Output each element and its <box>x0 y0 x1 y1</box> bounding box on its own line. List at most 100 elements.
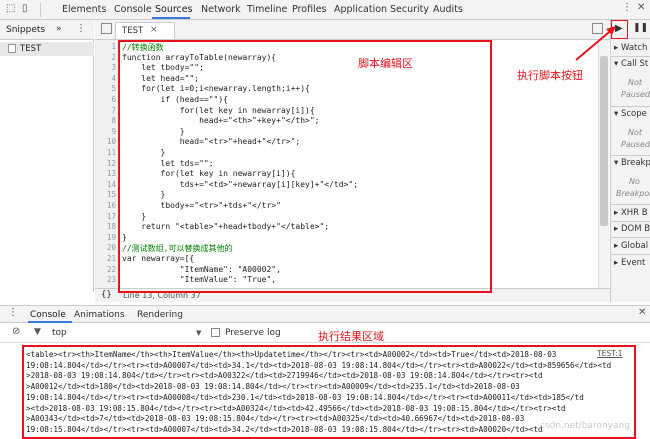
line-number[interactable]: 6 <box>95 95 116 104</box>
tab-application[interactable]: Application <box>334 4 387 15</box>
not-paused-text: Not <box>628 78 643 87</box>
section-breakpoints[interactable]: ▾ Breakp <box>614 158 650 168</box>
pretty-print-button[interactable]: {} <box>101 290 112 300</box>
line-number[interactable]: 19 <box>95 233 116 242</box>
tab-snippets[interactable]: Snippets <box>6 25 45 35</box>
filter-icon[interactable]: ▼ <box>34 327 41 337</box>
section-dom-breakpoints[interactable]: ▸ DOM B <box>614 224 650 234</box>
editor-area-annotation: 脚本编辑区 <box>358 57 413 70</box>
line-number[interactable]: 15 <box>95 190 116 199</box>
scrollbar-thumb[interactable] <box>600 56 608 226</box>
divider <box>611 155 650 156</box>
pause-icon[interactable]: ❚❚ <box>633 23 648 33</box>
line-number[interactable]: 21 <box>95 254 116 263</box>
section-watch-label: Watch <box>620 43 648 53</box>
editor-tabbar: TEST × <box>95 20 610 40</box>
line-number[interactable]: 12 <box>95 159 116 168</box>
line-number[interactable]: 17 <box>95 212 116 221</box>
divider <box>611 237 650 238</box>
source-link[interactable]: TEST:1 <box>597 349 623 358</box>
line-number[interactable]: 1 <box>95 42 116 51</box>
section-global-label: Global <box>620 241 649 251</box>
line-number[interactable]: 13 <box>95 169 116 178</box>
devtools-window: { "toolbar": { "tabs": ["Elements","Cons… <box>0 0 650 439</box>
run-button-annotation: 执行脚本按钮 <box>517 69 583 82</box>
context-dropdown-icon[interactable]: ▼ <box>196 329 201 337</box>
drawer-tabbar: ⋮ Console Animations Rendering ✕ <box>0 305 650 323</box>
annotation-arrow <box>575 26 616 61</box>
divider <box>611 204 650 205</box>
line-number[interactable]: 8 <box>95 116 116 125</box>
close-icon[interactable]: ✕ <box>637 2 645 13</box>
context-selector[interactable]: top <box>52 328 67 338</box>
tab-elements[interactable]: Elements <box>62 4 106 15</box>
drawer-tab-rendering[interactable]: Rendering <box>137 310 183 320</box>
close-drawer-icon[interactable]: ✕ <box>638 307 646 318</box>
section-scope[interactable]: ▾ Scope <box>614 109 647 119</box>
navigator-panel <box>0 20 94 292</box>
line-number[interactable]: 16 <box>95 201 116 210</box>
editor-highlight-box <box>118 40 492 293</box>
no-breakpoints-text: No <box>629 177 640 186</box>
tab-timeline[interactable]: Timeline <box>247 4 287 15</box>
preserve-log-checkbox[interactable] <box>211 328 220 337</box>
close-tab-icon[interactable]: × <box>150 25 158 35</box>
not-paused-text: Not <box>628 128 643 137</box>
inspect-element-icon[interactable]: ⬚ <box>6 3 15 14</box>
result-area-annotation: 执行结果区域 <box>318 330 384 343</box>
devtools-toolbar: ⬚ ▯ Elements Console Sources Network Tim… <box>0 0 650 20</box>
line-number[interactable]: 3 <box>95 63 116 72</box>
divider <box>611 106 650 107</box>
preserve-log-label: Preserve log <box>225 328 281 338</box>
line-number[interactable]: 7 <box>95 106 116 115</box>
not-paused-text: Paused <box>621 140 650 149</box>
line-number[interactable]: 22 <box>95 265 116 274</box>
section-dom-label: DOM B <box>620 224 650 234</box>
no-breakpoints-text: Breakpoi <box>616 189 650 198</box>
line-number[interactable]: 14 <box>95 180 116 189</box>
section-call-stack-label: Call St <box>620 59 649 69</box>
line-number[interactable]: 9 <box>95 127 116 136</box>
line-number[interactable]: 2 <box>95 53 116 62</box>
file-icon <box>8 44 16 53</box>
line-number[interactable]: 4 <box>95 74 116 83</box>
tab-security[interactable]: Security <box>390 4 429 15</box>
tab-console[interactable]: Console <box>114 4 152 15</box>
line-number[interactable]: 20 <box>95 243 116 252</box>
divider <box>611 221 650 222</box>
section-scope-label: Scope <box>620 109 647 119</box>
snippet-name: TEST <box>20 44 42 54</box>
section-event-label: Event <box>620 258 646 268</box>
line-number[interactable]: 5 <box>95 84 116 93</box>
line-number[interactable]: 18 <box>95 222 116 231</box>
drawer-menu-icon[interactable]: ⋮ <box>8 307 18 318</box>
tab-audits[interactable]: Audits <box>433 4 463 15</box>
line-number[interactable]: 23 <box>95 275 116 284</box>
editor-tab-label: TEST <box>122 26 144 36</box>
drawer-tab-console[interactable]: Console <box>30 310 66 320</box>
more-options-icon[interactable]: ⋮ <box>622 2 632 13</box>
toggle-navigator-icon[interactable] <box>101 23 112 34</box>
device-mode-icon[interactable]: ▯ <box>22 3 28 14</box>
more-options-icon[interactable]: ⋮ <box>76 23 86 34</box>
watermark: csdn.net/baronyang <box>540 421 630 431</box>
tab-profiles[interactable]: Profiles <box>292 4 327 15</box>
line-number[interactable]: 11 <box>95 148 116 157</box>
clear-console-icon[interactable]: ⊘ <box>12 326 20 337</box>
snippet-item[interactable]: TEST <box>0 42 94 56</box>
section-xhr-label: XHR B <box>620 208 648 218</box>
not-paused-text: Paused <box>621 90 650 99</box>
section-xhr-breakpoints[interactable]: ▸ XHR B <box>614 208 648 218</box>
tab-network[interactable]: Network <box>201 4 241 15</box>
section-breakpoints-label: Breakp <box>620 158 650 168</box>
divider <box>611 254 650 255</box>
toolbar-divider <box>40 3 41 17</box>
section-global-listeners[interactable]: ▸ Global <box>614 241 648 251</box>
editor-tab[interactable]: TEST × <box>115 22 175 39</box>
tab-sources[interactable]: Sources <box>155 4 193 15</box>
line-number[interactable]: 10 <box>95 137 116 146</box>
more-tabs-button[interactable]: » <box>56 24 62 34</box>
drawer-tab-animations[interactable]: Animations <box>74 310 125 320</box>
section-event-listeners[interactable]: ▸ Event <box>614 258 645 268</box>
navigator-header: Snippets » ⋮ <box>0 20 94 40</box>
